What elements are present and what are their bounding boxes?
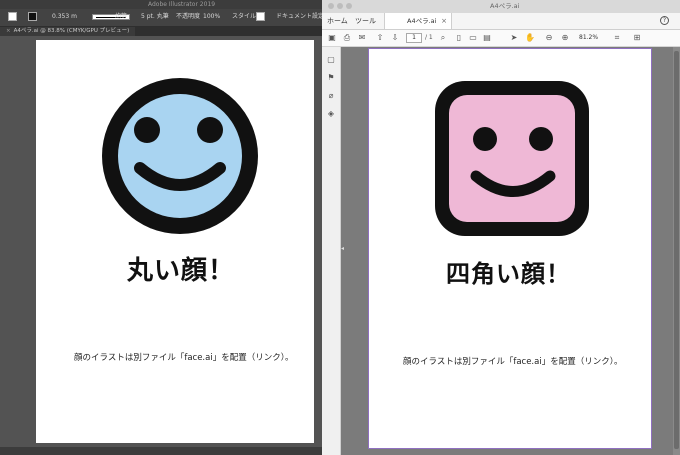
acrobat-scrollbar[interactable] <box>673 47 680 455</box>
stroke-weight-field[interactable]: 0.353 m <box>52 12 77 22</box>
round-face-right-eye <box>197 117 223 143</box>
illustrator-artboard: 丸い顔！ 顔のイラストは別ファイル「face.ai」を配置（リンク）。 <box>36 40 314 443</box>
illustrator-tab-bar: × A4ペラ.ai @ 83.8% (CMYK/GPU プレビュー) <box>0 27 322 36</box>
acrobat-titlebar: A4ペラ.ai <box>322 0 680 13</box>
acrobat-window: A4ペラ.ai ホーム ツール A4ペラ.ai × ? ▣ ⎙ ✉ ⇧ ⇩ 1 … <box>322 0 680 455</box>
illustrator-document-tab[interactable]: × A4ペラ.ai @ 83.8% (CMYK/GPU プレビュー) <box>0 27 136 36</box>
style-label: スタイル <box>232 13 257 20</box>
single-page-icon[interactable]: ▭ <box>468 33 478 43</box>
page-total-label: / 1 <box>425 34 433 41</box>
search-icon[interactable]: ⌕ <box>438 33 448 43</box>
close-icon[interactable]: × <box>6 28 11 34</box>
acrobat-heading: 四角い顔！ <box>446 260 571 288</box>
zoom-in-icon[interactable]: ⊕ <box>560 33 570 43</box>
brush-dropdown[interactable]: 5 pt. 丸筆 <box>141 12 169 22</box>
profile-dropdown[interactable]: 均等 <box>115 12 127 22</box>
close-icon[interactable]: × <box>441 13 447 29</box>
zoom-level-dropdown[interactable]: 81.2% <box>579 33 605 43</box>
tab-tools[interactable]: ツール <box>355 13 376 29</box>
page-up-icon[interactable]: ⇧ <box>375 33 385 43</box>
illustrator-titlebar: Adobe Illustrator 2019 <box>0 0 322 9</box>
opacity-label: 不透明度 <box>176 13 201 20</box>
layers-icon[interactable]: ◈ <box>326 109 336 119</box>
illustrator-heading: 丸い顔！ <box>127 256 236 286</box>
round-face-fill <box>118 94 242 218</box>
acrobat-tab-bar: ホーム ツール A4ペラ.ai × ? <box>322 13 680 30</box>
illustrator-window: Adobe Illustrator 2019 0.353 m 均等 5 pt. … <box>0 0 322 455</box>
style-swatch[interactable] <box>256 12 265 21</box>
email-icon[interactable]: ✉ <box>357 33 367 43</box>
square-face-right-eye <box>529 127 553 151</box>
crop-icon[interactable]: ⌗ <box>612 33 622 43</box>
save-icon[interactable]: ▣ <box>327 33 337 43</box>
page-down-icon[interactable]: ⇩ <box>390 33 400 43</box>
stroke-swatch[interactable] <box>28 12 37 21</box>
round-face-illustration <box>102 78 258 234</box>
acrobat-side-panel: ▢ ⚑ ⌀ ◈ <box>322 47 341 455</box>
illustrator-status-bar <box>0 447 322 455</box>
square-face-illustration <box>435 81 589 236</box>
tools-icon[interactable]: ⊞ <box>632 33 642 43</box>
attachment-icon[interactable]: ⌀ <box>326 91 336 101</box>
window-zoom-button[interactable] <box>346 3 352 9</box>
square-face-fill <box>449 95 575 222</box>
hand-icon[interactable]: ✋ <box>525 33 535 43</box>
illustrator-app-title: Adobe Illustrator 2019 <box>148 1 216 8</box>
page-number-input[interactable]: 1 <box>406 33 422 43</box>
window-minimize-button[interactable] <box>337 3 343 9</box>
select-cursor-icon[interactable]: ➤ <box>509 33 519 43</box>
tab-home[interactable]: ホーム <box>327 13 348 29</box>
acrobat-page: 四角い顔！ 顔のイラストは別ファイル「face.ai」を配置（リンク）。 <box>368 48 652 449</box>
collapse-panel-icon[interactable]: ◂ <box>341 243 347 255</box>
scrollbar-thumb[interactable] <box>674 51 679 449</box>
window-close-button[interactable] <box>328 3 334 9</box>
illustrator-tab-label: A4ペラ.ai @ 83.8% (CMYK/GPU プレビュー) <box>13 28 130 34</box>
opacity-field[interactable]: 100% <box>203 12 220 22</box>
pages-icon[interactable]: ▯ <box>454 33 464 43</box>
print-icon[interactable]: ⎙ <box>342 33 352 43</box>
acrobat-document-tab[interactable]: A4ペラ.ai × <box>384 13 452 29</box>
acrobat-toolbar: ▣ ⎙ ✉ ⇧ ⇩ 1 / 1 ⌕ ▯ ▭ ▤ ➤ ✋ ⊖ ⊕ 81.2% ⌗ … <box>322 30 680 47</box>
round-face-left-eye <box>134 117 160 143</box>
page-thumbnails-icon[interactable]: ▢ <box>326 55 336 65</box>
document-setup-button[interactable]: ドキュメント設定 <box>276 12 322 22</box>
illustrator-control-bar: 0.353 m 均等 5 pt. 丸筆 不透明度 100% スタイル ドキュメン… <box>0 9 322 27</box>
fill-swatch[interactable] <box>8 12 17 21</box>
fit-page-icon[interactable]: ▤ <box>482 33 492 43</box>
acrobat-window-title: A4ペラ.ai <box>490 2 520 10</box>
zoom-out-icon[interactable]: ⊖ <box>544 33 554 43</box>
acrobat-caption: 顔のイラストは別ファイル「face.ai」を配置（リンク）。 <box>403 357 623 367</box>
help-icon[interactable]: ? <box>660 16 669 25</box>
square-face-left-eye <box>473 127 497 151</box>
bookmark-icon[interactable]: ⚑ <box>326 73 336 83</box>
illustrator-caption: 顔のイラストは別ファイル「face.ai」を配置（リンク）。 <box>74 353 294 363</box>
acrobat-tab-label: A4ペラ.ai <box>407 17 437 25</box>
